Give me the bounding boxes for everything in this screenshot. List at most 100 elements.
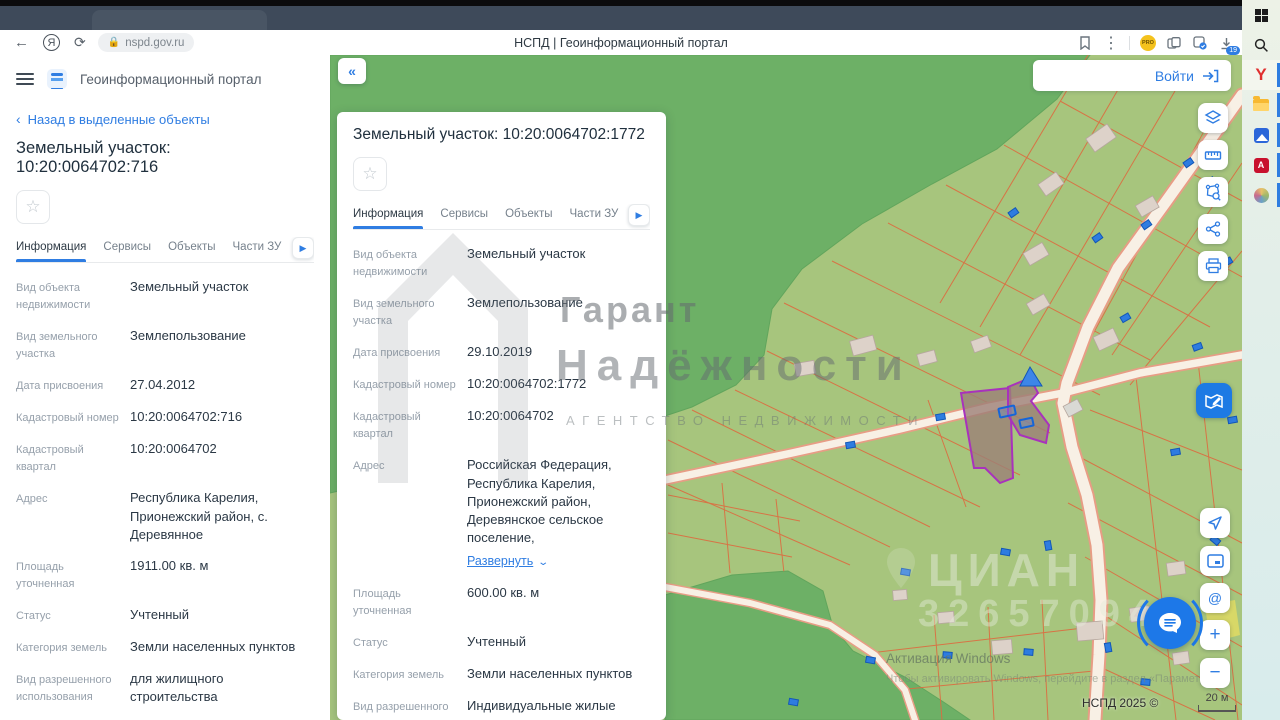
field-row: Площадь уточненная 600.00 кв. м ⌄ [353, 584, 650, 620]
object-info-panel: Геоинформационный портал ‹ Назад в выдел… [0, 55, 330, 720]
tab[interactable]: Объекты [168, 241, 215, 262]
field-row: Кадастровый квартал 10:20:0064702 ⌄ [353, 407, 650, 443]
tab[interactable]: Сервисы [440, 208, 488, 229]
palette-icon [1254, 188, 1269, 203]
kebab-menu-icon[interactable]: ⋮ [1103, 35, 1119, 51]
field-label: Вид земельного участка [353, 294, 457, 330]
field-label: Вид объекта недвижимости [16, 278, 120, 314]
collections-icon[interactable] [1166, 35, 1182, 51]
field-value: Землепользование ⌄ [120, 327, 314, 363]
acrobat-icon: A [1254, 158, 1269, 173]
url-text: nspd.gov.ru [125, 37, 184, 49]
field-value: Индивидуальные жилые дома двухэтажные и … [457, 697, 650, 720]
yandex-menu-icon[interactable]: Я [43, 34, 60, 51]
map-attribution: НСПД 2025 © [1082, 696, 1158, 710]
field-row: Кадастровый номер 10:20:0064702:716 ⌄ [16, 408, 314, 427]
collapse-panel-button[interactable]: « [338, 58, 366, 84]
layers-button[interactable] [1198, 103, 1228, 133]
pro-badge[interactable]: PRO [1140, 35, 1156, 51]
search-icon [1254, 38, 1269, 53]
downloads-icon[interactable]: 19 [1218, 35, 1234, 51]
field-label: Адрес [353, 456, 457, 570]
field-label: Категория земель [16, 638, 120, 657]
tab[interactable]: Сервисы [103, 241, 151, 262]
scale-bar [1198, 705, 1236, 712]
fields-list: Вид объекта недвижимости Земельный участ… [353, 245, 650, 720]
field-value: Учтенный ⌄ [457, 633, 650, 652]
field-row: Кадастровый квартал 10:20:0064702 ⌄ [16, 440, 314, 476]
taskbar-search-button[interactable] [1242, 30, 1280, 60]
back-icon[interactable]: ← [14, 34, 29, 51]
taskbar-yandex-browser[interactable]: Y [1242, 60, 1280, 90]
location-arrow-icon [1207, 515, 1223, 531]
field-value: Республика Карелия, Прионежский район, с… [120, 489, 314, 544]
field-row: Вид объекта недвижимости Земельный участ… [16, 278, 314, 314]
folder-icon [1253, 99, 1269, 111]
detail-card: Земельный участок: 10:20:0064702:1772 ☆ … [337, 112, 666, 720]
field-row: Адрес Республика Карелия, Прионежский ра… [16, 489, 314, 544]
field-value: Земельный участок ⌄ [120, 278, 314, 314]
field-value: Земли населенных пунктов ⌄ [457, 665, 650, 684]
taskbar-explorer[interactable] [1242, 90, 1280, 120]
field-row: Вид земельного участка Землепользование … [353, 294, 650, 330]
tab[interactable]: Информация [353, 208, 423, 229]
print-icon [1205, 258, 1222, 274]
minimap-button[interactable] [1200, 546, 1230, 576]
sketch-icon [1204, 392, 1224, 410]
zoom-in-button[interactable]: + [1200, 620, 1230, 650]
taskbar-photos[interactable] [1242, 120, 1280, 150]
zoom-out-button[interactable]: − [1200, 658, 1230, 688]
field-value: для жилищного строительства ⌄ [120, 670, 314, 706]
tabs-overflow-button[interactable]: ▶ [628, 204, 650, 226]
field-value: 10:20:0064702:716 ⌄ [120, 408, 314, 427]
tabs-bar: ИнформацияСервисыОбъектыЧасти ЗУСостав ▶ [353, 204, 650, 230]
browser-tab[interactable] [92, 10, 267, 30]
parcel-title: Земельный участок: 10:20:0064702:1772 [353, 126, 650, 144]
print-button[interactable] [1198, 251, 1228, 281]
locate-button[interactable] [1200, 508, 1230, 538]
tab[interactable]: Части ЗУ [570, 208, 619, 229]
tab[interactable]: Объекты [505, 208, 552, 229]
measure-area-icon [1204, 183, 1222, 201]
ruler-button[interactable] [1198, 140, 1228, 170]
extension-check-icon[interactable] [1192, 35, 1208, 51]
field-label: Площадь уточненная [16, 557, 120, 593]
feedback-sketch-button[interactable] [1196, 383, 1232, 418]
tab[interactable]: Части ЗУ [233, 241, 282, 262]
share-button[interactable] [1198, 214, 1228, 244]
map-stage: Гарант Надёжности АГЕНТСТВО НЕДВИЖИМОСТИ… [330, 55, 1242, 720]
chat-button[interactable] [1144, 597, 1196, 649]
field-row: Площадь уточненная 1911.00 кв. м ⌄ [16, 557, 314, 593]
measure-area-button[interactable] [1198, 177, 1228, 207]
taskbar-acrobat[interactable]: A [1242, 150, 1280, 180]
field-label: Вид земельного участка [16, 327, 120, 363]
scale-label: 20 м [1206, 692, 1229, 704]
field-value: 10:20:0064702 ⌄ [120, 440, 314, 476]
favorite-button[interactable]: ☆ [353, 157, 387, 191]
address-bar[interactable]: 🔒 nspd.gov.ru [98, 33, 195, 52]
tabs-overflow-button[interactable]: ▶ [292, 237, 314, 259]
tab[interactable]: Информация [16, 241, 86, 262]
field-label: Кадастровый квартал [353, 407, 457, 443]
minimap-icon [1207, 554, 1224, 568]
portal-logo-icon[interactable] [47, 69, 67, 89]
downloads-badge: 19 [1226, 46, 1240, 55]
hamburger-menu-icon[interactable] [16, 73, 34, 85]
bookmark-icon[interactable] [1077, 35, 1093, 51]
coordinates-button[interactable]: @ [1200, 583, 1230, 613]
login-button[interactable]: Войти [1033, 60, 1231, 91]
back-to-selected-link[interactable]: ‹ Назад в выделенные объекты [16, 111, 314, 127]
parcel-title: Земельный участок: 10:20:0064702:716 [16, 139, 314, 177]
start-button[interactable] [1242, 0, 1280, 30]
field-value: 600.00 кв. м ⌄ [457, 584, 650, 620]
field-row: Статус Учтенный ⌄ [353, 633, 650, 652]
favorite-button[interactable]: ☆ [16, 190, 50, 224]
field-row: Кадастровый номер 10:20:0064702:1772 ⌄ [353, 375, 650, 394]
taskbar-paint[interactable] [1242, 180, 1280, 210]
field-row: Вид земельного участка Землепользование … [16, 327, 314, 363]
expand-link[interactable]: Развернуть⌄ [467, 553, 650, 571]
reload-icon[interactable]: ⟳ [74, 34, 86, 51]
field-value: Российская Федерация, Республика Карелия… [457, 456, 650, 570]
field-value: Земли населенных пунктов ⌄ [120, 638, 314, 657]
field-value: Землепользование ⌄ [457, 294, 650, 330]
